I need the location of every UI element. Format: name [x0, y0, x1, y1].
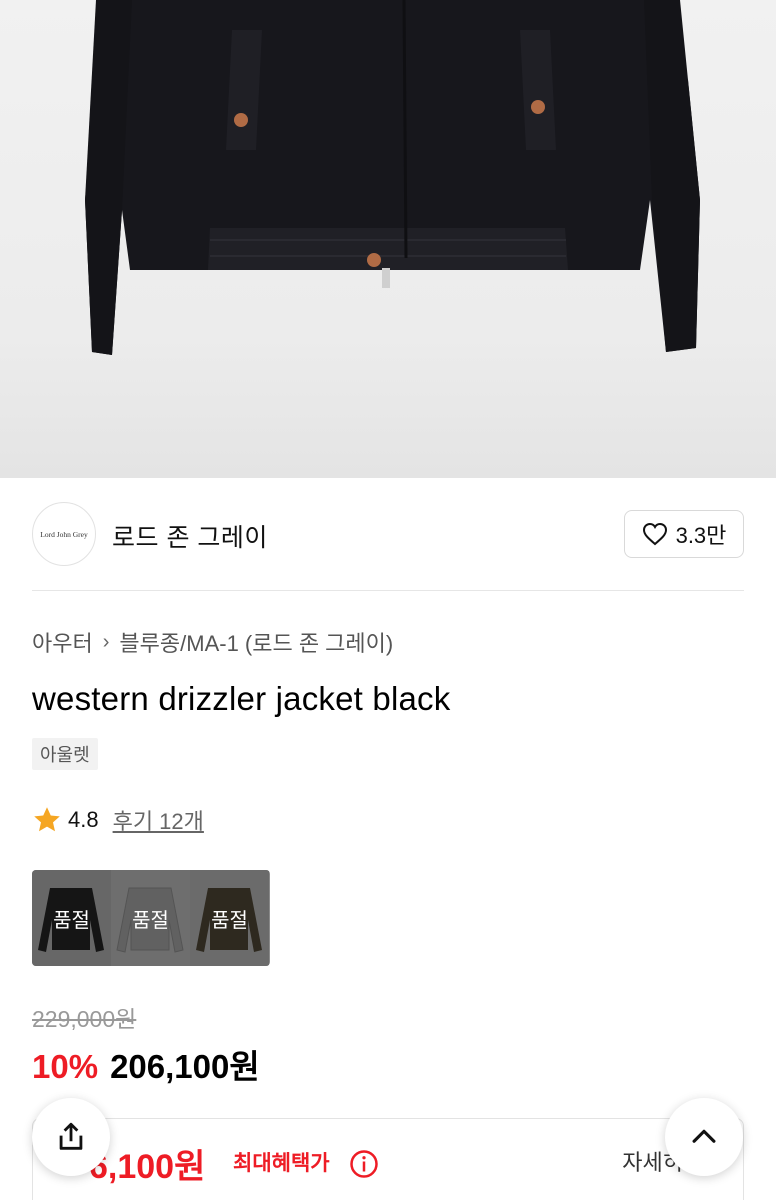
product-hero-image[interactable] [0, 0, 776, 478]
rating-row: 4.8 후기 12개 [32, 804, 204, 836]
breadcrumb-subcategory[interactable]: 블루종/MA-1 (로드 존 그레이) [119, 626, 393, 658]
soldout-label: 품절 [211, 909, 248, 932]
star-icon [34, 807, 60, 832]
discount-rate: 10% [32, 1048, 99, 1085]
brand-row[interactable]: Lord John Grey 로드 존 그레이 3.3만 [32, 502, 744, 566]
variant-black[interactable]: 품절 [32, 870, 111, 966]
like-button[interactable]: 3.3만 [624, 510, 744, 558]
color-variants: 품절 품절 품절 [32, 870, 270, 966]
chevron-up-icon [692, 1129, 716, 1143]
price-row: 10% 206,100원 [32, 1040, 260, 1088]
breadcrumb-category[interactable]: 아우터 [32, 626, 93, 658]
info-circle-icon[interactable] [349, 1149, 379, 1179]
scroll-top-button[interactable] [665, 1098, 743, 1176]
variant-grey[interactable]: 품절 [111, 870, 190, 966]
sale-price: 206,100원 [110, 1048, 260, 1085]
outlet-badge: 아울렛 [32, 738, 98, 770]
share-icon [59, 1122, 83, 1150]
like-count: 3.3만 [675, 523, 727, 548]
brand-name[interactable]: 로드 존 그레이 [112, 518, 268, 554]
original-price: 229,000원 [32, 1006, 137, 1032]
rating-value: 4.8 [68, 807, 99, 832]
soldout-label: 품절 [132, 909, 169, 932]
benefit-label: 최대혜택가 [233, 1152, 330, 1175]
soldout-label: 품절 [53, 909, 90, 932]
share-button[interactable] [32, 1098, 110, 1176]
review-link[interactable]: 후기 12개 [113, 804, 204, 836]
max-benefit-box[interactable]: 6,100원 최대혜택가 자세히 [32, 1118, 744, 1200]
variant-brown[interactable]: 품절 [190, 870, 269, 966]
divider [32, 590, 744, 591]
heart-outline-icon [642, 522, 667, 546]
brand-logo[interactable]: Lord John Grey [32, 502, 96, 566]
brand-logo-text: Lord John Grey [40, 529, 88, 539]
chevron-right-icon: › [102, 630, 110, 653]
product-title: western drizzler jacket black [32, 680, 451, 717]
breadcrumb: 아우터 › 블루종/MA-1 (로드 존 그레이) [32, 626, 393, 658]
jacket-illustration [85, 0, 700, 355]
